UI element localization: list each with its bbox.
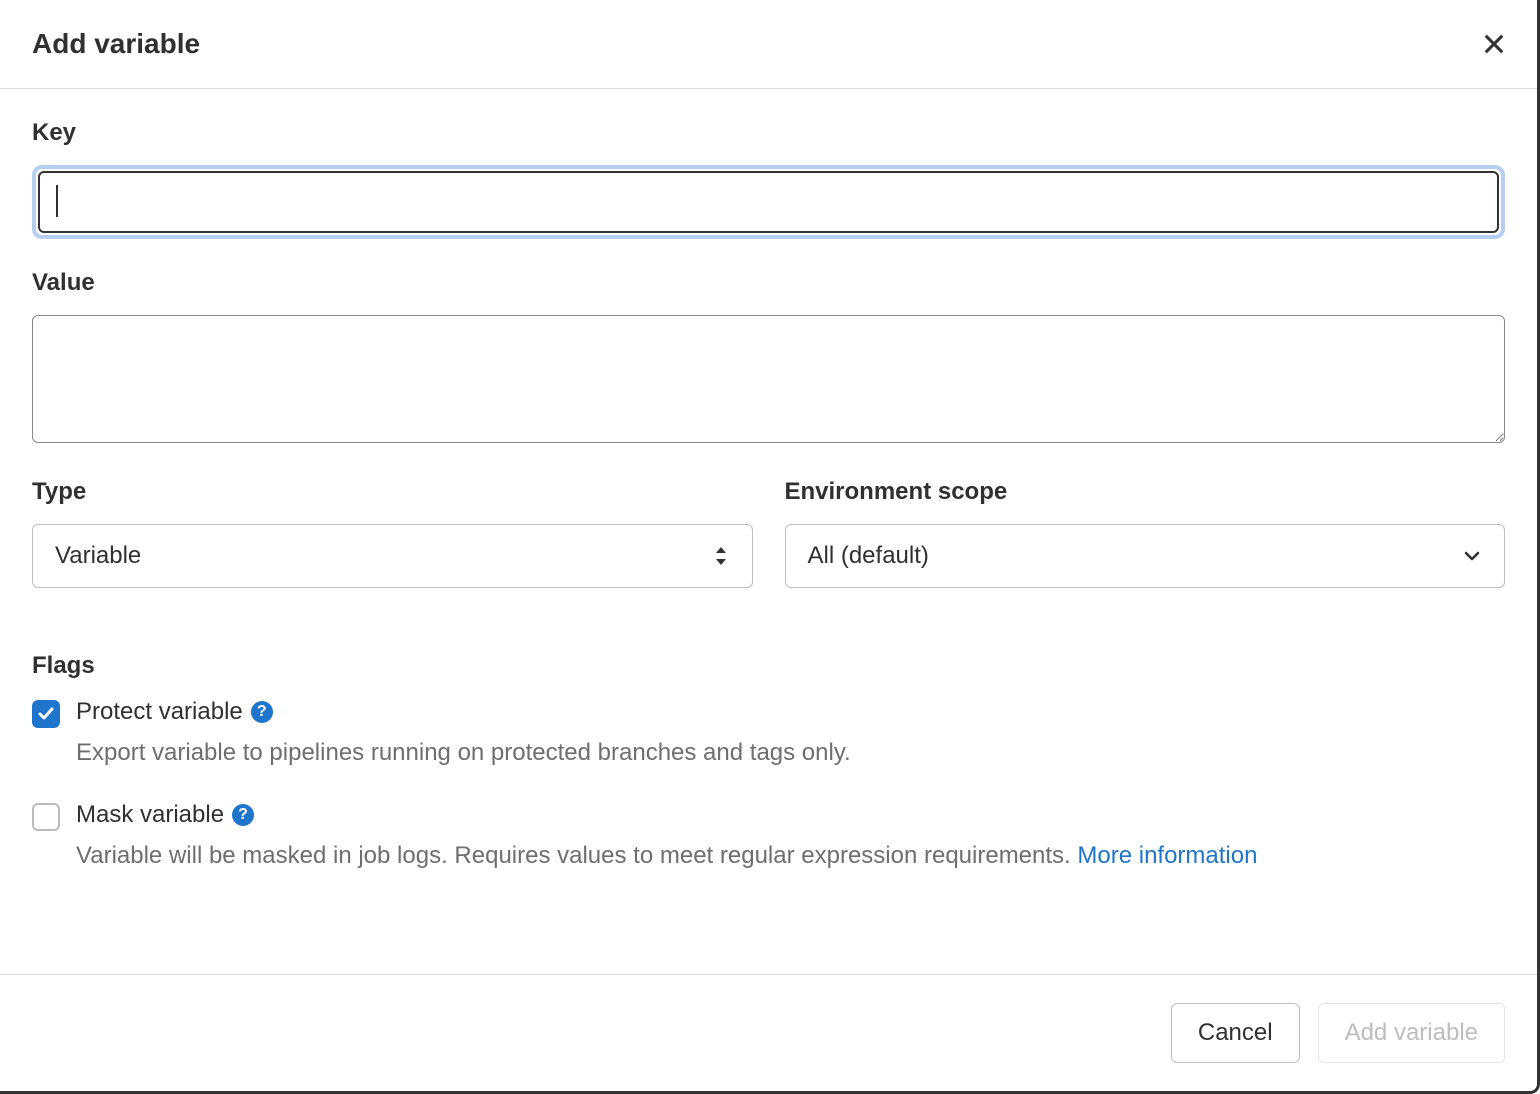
close-icon[interactable] [1483, 33, 1505, 55]
text-cursor [56, 185, 58, 217]
mask-description: Variable will be masked in job logs. Req… [76, 839, 1505, 874]
type-select[interactable]: Variable [32, 524, 753, 588]
type-scope-row: Type Variable Environment scope All (def… [32, 478, 1505, 618]
key-group: Key [32, 119, 1505, 239]
scope-group: Environment scope All (default) [785, 478, 1506, 588]
key-label: Key [32, 119, 1505, 147]
type-selected: Variable [55, 542, 141, 570]
mask-flag: Mask variable ? Variable will be masked … [32, 801, 1505, 874]
type-label: Type [32, 478, 753, 506]
chevron-down-icon [1462, 546, 1482, 566]
value-group: Value [32, 269, 1505, 448]
protect-description: Export variable to pipelines running on … [76, 736, 1505, 771]
modal-title: Add variable [32, 28, 200, 60]
key-focus-ring [32, 165, 1505, 239]
help-icon[interactable]: ? [232, 804, 254, 826]
modal-footer: Cancel Add variable [0, 974, 1537, 1091]
mask-title-row: Mask variable ? [76, 801, 1505, 829]
key-input[interactable] [38, 171, 1499, 233]
mask-desc-text: Variable will be masked in job logs. Req… [76, 842, 1077, 869]
mask-text: Mask variable ? Variable will be masked … [76, 801, 1505, 874]
scope-select[interactable]: All (default) [785, 524, 1506, 588]
modal-header: Add variable [0, 0, 1537, 89]
modal-body: Key Value Type Variable [0, 89, 1537, 974]
flags-label: Flags [32, 652, 1505, 680]
scope-label: Environment scope [785, 478, 1506, 506]
flags-section: Flags Protect variable ? Export variable… [32, 652, 1505, 874]
more-info-link[interactable]: More information [1077, 842, 1257, 869]
protect-title: Protect variable [76, 698, 243, 726]
protect-flag: Protect variable ? Export variable to pi… [32, 698, 1505, 771]
protect-checkbox[interactable] [32, 700, 60, 728]
protect-title-row: Protect variable ? [76, 698, 1505, 726]
type-group: Type Variable [32, 478, 753, 588]
value-input[interactable] [32, 315, 1505, 443]
mask-checkbox[interactable] [32, 803, 60, 831]
mask-title: Mask variable [76, 801, 224, 829]
help-icon[interactable]: ? [251, 701, 273, 723]
cancel-button[interactable]: Cancel [1171, 1003, 1300, 1063]
scope-selected: All (default) [808, 542, 929, 570]
updown-icon [712, 544, 730, 568]
protect-text: Protect variable ? Export variable to pi… [76, 698, 1505, 771]
add-variable-button[interactable]: Add variable [1318, 1003, 1505, 1063]
value-label: Value [32, 269, 1505, 297]
add-variable-modal: Add variable Key Value Type Variable [0, 0, 1540, 1094]
